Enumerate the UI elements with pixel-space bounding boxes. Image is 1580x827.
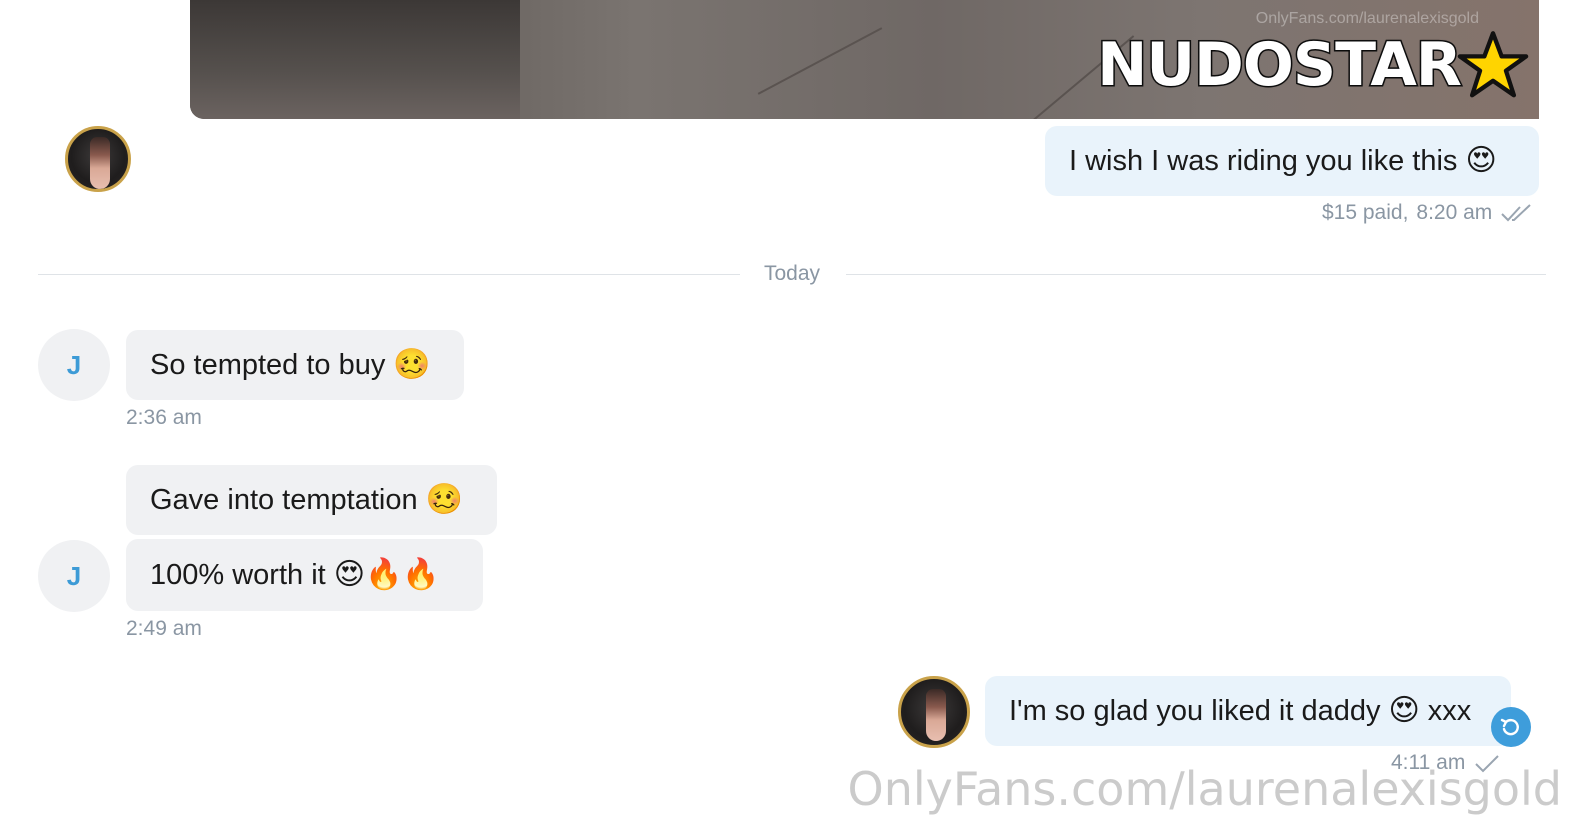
message-text: So tempted to buy xyxy=(150,348,386,381)
outgoing-message[interactable]: I wish I was riding you like this 😍 xyxy=(1045,126,1539,196)
message-time: 2:36 am xyxy=(126,406,202,429)
divider-right xyxy=(846,274,1546,275)
heart-eyes-fire-emojis: 😍🔥🔥 xyxy=(333,557,440,592)
sender-avatar[interactable]: J xyxy=(38,329,110,401)
message-text: Gave into temptation xyxy=(150,483,418,516)
sender-avatar[interactable]: J xyxy=(38,540,110,612)
model-avatar[interactable] xyxy=(65,126,131,192)
message-time: 2:49 am xyxy=(126,617,202,640)
paid-label: $15 paid, xyxy=(1322,201,1409,224)
message-meta: $15 paid, 8:20 am xyxy=(1322,201,1536,225)
undo-icon xyxy=(1500,718,1519,736)
sender-initial: J xyxy=(66,560,82,591)
undo-button[interactable] xyxy=(1491,707,1531,747)
outgoing-message[interactable]: I'm so glad you liked it daddy 😍 xxx xyxy=(985,676,1511,746)
message-suffix: xxx xyxy=(1427,694,1472,727)
media-watermark: OnlyFans.com/laurenalexisgold xyxy=(1255,10,1479,27)
date-divider-label: Today xyxy=(764,262,821,285)
incoming-message[interactable]: So tempted to buy 🥴 xyxy=(126,330,464,400)
double-check-icon xyxy=(1501,204,1531,222)
incoming-message[interactable]: 100% worth it 😍🔥🔥 xyxy=(126,539,483,611)
woozy-face-emoji: 🥴 xyxy=(393,347,431,382)
heart-eyes-emoji: 😍 xyxy=(1388,693,1420,728)
avatar-figure xyxy=(90,137,110,189)
sender-initial: J xyxy=(66,349,82,380)
message-time: 8:20 am xyxy=(1416,201,1493,224)
media-preview[interactable]: OnlyFans.com/laurenalexisgold NUDOSTAR xyxy=(190,0,1539,119)
model-avatar[interactable] xyxy=(898,676,970,748)
nudostar-logo: NUDOSTAR xyxy=(1096,29,1529,102)
message-text: I wish I was riding you like this xyxy=(1069,144,1458,177)
divider-left xyxy=(38,274,740,275)
star-icon xyxy=(1457,31,1529,98)
message-text: I'm so glad you liked it daddy xyxy=(1009,694,1381,727)
woozy-face-emoji: 🥴 xyxy=(425,482,463,517)
media-shadow xyxy=(190,0,520,119)
logo-text: NUDOSTAR xyxy=(1096,29,1464,102)
media-fold xyxy=(757,27,883,95)
heart-eyes-emoji: 😍 xyxy=(1465,143,1497,178)
avatar-figure xyxy=(926,689,946,741)
onlyfans-watermark: OnlyFans.com/laurenalexisgold xyxy=(847,762,1562,816)
message-text: 100% worth it xyxy=(150,558,326,591)
incoming-message[interactable]: Gave into temptation 🥴 xyxy=(126,465,497,535)
